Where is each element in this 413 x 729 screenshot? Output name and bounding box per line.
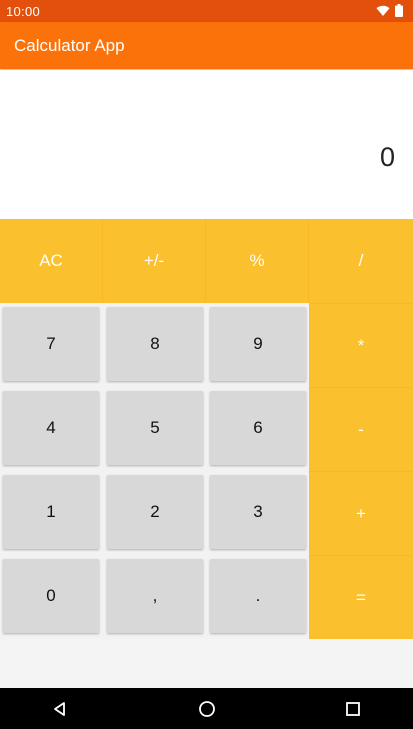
sign-toggle-button[interactable]: +/- [103,219,206,303]
digit-6-button[interactable]: 6 [210,391,306,465]
display-value: 0 [379,142,395,172]
status-bar: 10:00 [0,0,413,22]
app-title: Calculator App [14,36,125,55]
back-button[interactable] [48,697,72,721]
recents-button[interactable] [341,697,365,721]
digit-2-button[interactable]: 2 [107,475,203,549]
home-button[interactable] [195,697,219,721]
navigation-bar [0,688,413,729]
app-bar: Calculator App [0,22,413,69]
digit-7-button[interactable]: 7 [3,307,99,381]
status-time: 10:00 [6,4,41,19]
digit-0-button[interactable]: 0 [3,559,99,633]
clear-button[interactable]: AC [0,219,103,303]
wifi-icon [376,5,390,16]
recents-icon [346,702,360,716]
digit-9-button[interactable]: 9 [210,307,306,381]
home-icon [199,701,215,717]
multiply-button[interactable]: * [309,303,413,387]
number-pad: 7 8 9 4 5 6 1 2 3 0 , . [0,303,309,639]
digit-1-button[interactable]: 1 [3,475,99,549]
percent-button[interactable]: % [206,219,309,303]
equals-button[interactable]: = [309,555,413,639]
decimal-point-button[interactable]: . [210,559,306,633]
digit-3-button[interactable]: 3 [210,475,306,549]
back-icon [54,702,65,716]
digit-5-button[interactable]: 5 [107,391,203,465]
digit-4-button[interactable]: 4 [3,391,99,465]
operator-column: * - + = [309,303,413,639]
digit-8-button[interactable]: 8 [107,307,203,381]
keypad: AC +/- % / 7 8 9 4 5 6 1 2 3 0 , . * - +… [0,219,413,639]
subtract-button[interactable]: - [309,387,413,471]
calculator-display: 0 [0,70,413,219]
divide-button[interactable]: / [309,219,413,303]
comma-button[interactable]: , [107,559,203,633]
bottom-spacer [0,639,413,688]
add-button[interactable]: + [309,471,413,555]
status-icons [376,4,403,17]
battery-icon [395,4,403,17]
function-row: AC +/- % / [0,219,413,303]
